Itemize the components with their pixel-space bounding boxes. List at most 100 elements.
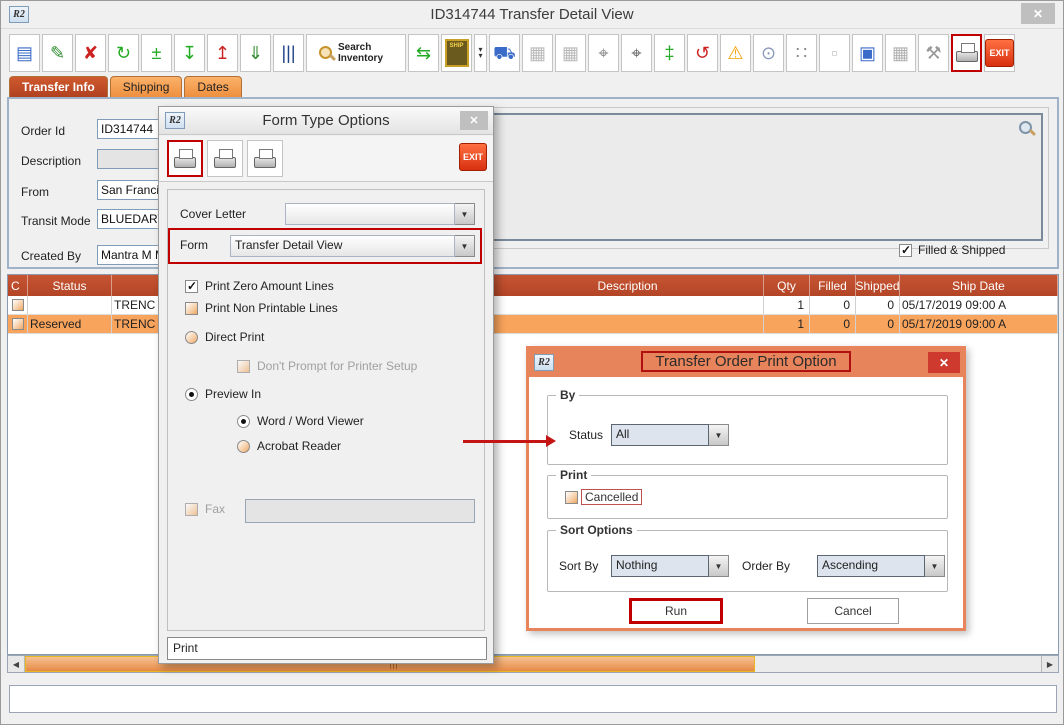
print-zero-checkbox[interactable] bbox=[185, 280, 198, 293]
cell-shipped[interactable]: 0 bbox=[856, 315, 900, 333]
refresh-icon[interactable]: ↻ bbox=[108, 34, 139, 72]
title-bar: R2 ID314744 Transfer Detail View bbox=[1, 1, 1063, 29]
dialog-title: Transfer Order Print Option bbox=[528, 351, 964, 372]
warning-document-icon[interactable]: ⚠ bbox=[720, 34, 751, 72]
chevron-down-icon[interactable] bbox=[455, 235, 475, 257]
column-header[interactable]: C bbox=[8, 275, 28, 296]
status-bar bbox=[9, 685, 1057, 713]
search-icon[interactable] bbox=[1018, 120, 1035, 137]
refresh-icon: ↻ bbox=[116, 44, 131, 62]
dialog-exit-button[interactable]: EXIT bbox=[459, 143, 487, 171]
acrobat-radio[interactable] bbox=[237, 440, 250, 453]
edit-document-icon[interactable]: ✎ bbox=[42, 34, 73, 72]
chevron-down-icon[interactable] bbox=[925, 555, 945, 577]
cube-cycle-icon[interactable]: ⇆ bbox=[408, 34, 439, 72]
cover-letter-row: Cover Letter bbox=[180, 207, 246, 221]
unfill-order-icon[interactable]: ↥ bbox=[207, 34, 238, 72]
row-checkbox[interactable] bbox=[12, 318, 24, 330]
acrobat-option[interactable]: Acrobat Reader bbox=[237, 439, 341, 453]
cell-status[interactable] bbox=[28, 296, 112, 314]
scroll-left-button[interactable] bbox=[8, 656, 25, 672]
tab-transfer-info[interactable]: Transfer Info bbox=[9, 76, 108, 97]
fill-order-icon[interactable]: ↧ bbox=[174, 34, 205, 72]
cell-qty[interactable]: 1 bbox=[764, 315, 810, 333]
exit-button[interactable]: EXIT bbox=[984, 34, 1015, 72]
direct-print-option[interactable]: Direct Print bbox=[185, 330, 264, 344]
print-non-printable-option[interactable]: Print Non Printable Lines bbox=[185, 301, 338, 315]
scanner-save-icon[interactable]: ⌖ bbox=[621, 34, 652, 72]
query-icon[interactable]: ∷ bbox=[786, 34, 817, 72]
new-document-icon[interactable]: ▤ bbox=[9, 34, 40, 72]
preview-in-option[interactable]: Preview In bbox=[185, 387, 261, 401]
cancel-button[interactable]: Cancel bbox=[807, 598, 899, 624]
add-remove-line-icon[interactable]: ± bbox=[141, 34, 172, 72]
add-lines-icon[interactable]: ‡ bbox=[654, 34, 685, 72]
search-inventory-button[interactable]: Search Inventory bbox=[306, 34, 406, 72]
word-viewer-option[interactable]: Word / Word Viewer bbox=[237, 414, 364, 428]
delete-document-icon[interactable]: ✘ bbox=[75, 34, 106, 72]
window-close-button[interactable] bbox=[1021, 3, 1055, 24]
word-viewer-radio[interactable] bbox=[237, 415, 250, 428]
cell-status[interactable]: Reserved bbox=[28, 315, 112, 333]
cover-letter-dropdown[interactable] bbox=[285, 203, 475, 225]
chevron-down-icon[interactable] bbox=[455, 203, 475, 225]
filled-shipped-checkbox[interactable] bbox=[899, 244, 912, 257]
cell-filled[interactable]: 0 bbox=[810, 315, 856, 333]
column-header[interactable]: Shipped bbox=[856, 275, 900, 296]
column-header[interactable]: Qty bbox=[764, 275, 810, 296]
tab-shipping[interactable]: Shipping bbox=[110, 76, 183, 97]
tab-dates[interactable]: Dates bbox=[184, 76, 241, 97]
scroll-right-button[interactable] bbox=[1041, 656, 1058, 672]
notes-clock-icon[interactable]: ⊙ bbox=[753, 34, 784, 72]
column-header[interactable]: Filled bbox=[810, 275, 856, 296]
cell-ship_date[interactable]: 05/17/2019 09:00 A bbox=[900, 315, 1058, 333]
dont-prompt-option: Don't Prompt for Printer Setup bbox=[237, 359, 417, 373]
barcode-icon[interactable]: ||| bbox=[273, 34, 304, 72]
dialog-status-bar: Print bbox=[167, 637, 487, 660]
ship-options-dropdown[interactable]: ▾ ▾ bbox=[474, 34, 487, 72]
print-non-printable-checkbox[interactable] bbox=[185, 302, 198, 315]
fax-option: Fax bbox=[185, 502, 225, 516]
grid-cursor-icon[interactable]: ▦ bbox=[885, 34, 916, 72]
cancelled-option[interactable]: Cancelled bbox=[565, 489, 642, 505]
preview-in-radio[interactable] bbox=[185, 388, 198, 401]
ship-stamp-icon[interactable]: SHIP bbox=[441, 34, 472, 72]
truck-icon[interactable]: ⛟ bbox=[489, 34, 520, 72]
column-header[interactable]: Status bbox=[28, 275, 112, 296]
form-row: Form bbox=[180, 238, 208, 252]
cell-filled[interactable]: 0 bbox=[810, 296, 856, 314]
dialog-close-button[interactable] bbox=[460, 111, 488, 130]
run-button[interactable]: Run bbox=[629, 598, 723, 624]
barcode-icon: ||| bbox=[281, 44, 295, 62]
label-print-icon[interactable]: ▣ bbox=[852, 34, 883, 72]
status-dropdown[interactable]: All bbox=[611, 424, 729, 446]
order-by-dropdown[interactable]: Ascending bbox=[817, 555, 945, 577]
sort-by-dropdown[interactable]: Nothing bbox=[611, 555, 729, 577]
dialog-close-button[interactable] bbox=[928, 352, 960, 373]
cancelled-checkbox[interactable] bbox=[565, 491, 578, 504]
print-form-button[interactable] bbox=[167, 140, 203, 177]
print-button[interactable] bbox=[951, 34, 982, 72]
cell-shipped[interactable]: 0 bbox=[856, 296, 900, 314]
row-checkbox[interactable] bbox=[12, 299, 24, 311]
tools-icon[interactable]: ⚒ bbox=[918, 34, 949, 72]
cell-description[interactable] bbox=[492, 296, 764, 314]
filled-shipped-option[interactable]: Filled & Shipped bbox=[899, 243, 1005, 257]
rollback-icon[interactable]: ↺ bbox=[687, 34, 718, 72]
notes-box[interactable] bbox=[491, 113, 1043, 241]
app-window: R2 ID314744 Transfer Detail View ▤✎✘ ↻ ±↧↥… bbox=[0, 0, 1064, 725]
cell-description[interactable] bbox=[492, 315, 764, 333]
print-zero-option[interactable]: Print Zero Amount Lines bbox=[185, 279, 334, 293]
fill-equipment-icon[interactable]: ⇓ bbox=[240, 34, 271, 72]
print-save-button[interactable] bbox=[207, 140, 243, 177]
scanner-icon[interactable]: ⌖ bbox=[588, 34, 619, 72]
print-preview-button[interactable] bbox=[247, 140, 283, 177]
column-header[interactable]: Ship Date bbox=[900, 275, 1058, 296]
cell-qty[interactable]: 1 bbox=[764, 296, 810, 314]
column-header[interactable]: Description bbox=[492, 275, 764, 296]
cell-ship_date[interactable]: 05/17/2019 09:00 A bbox=[900, 296, 1058, 314]
chevron-down-icon[interactable] bbox=[709, 424, 729, 446]
form-dropdown[interactable]: Transfer Detail View bbox=[230, 235, 475, 257]
chevron-down-icon[interactable] bbox=[709, 555, 729, 577]
direct-print-radio[interactable] bbox=[185, 331, 198, 344]
